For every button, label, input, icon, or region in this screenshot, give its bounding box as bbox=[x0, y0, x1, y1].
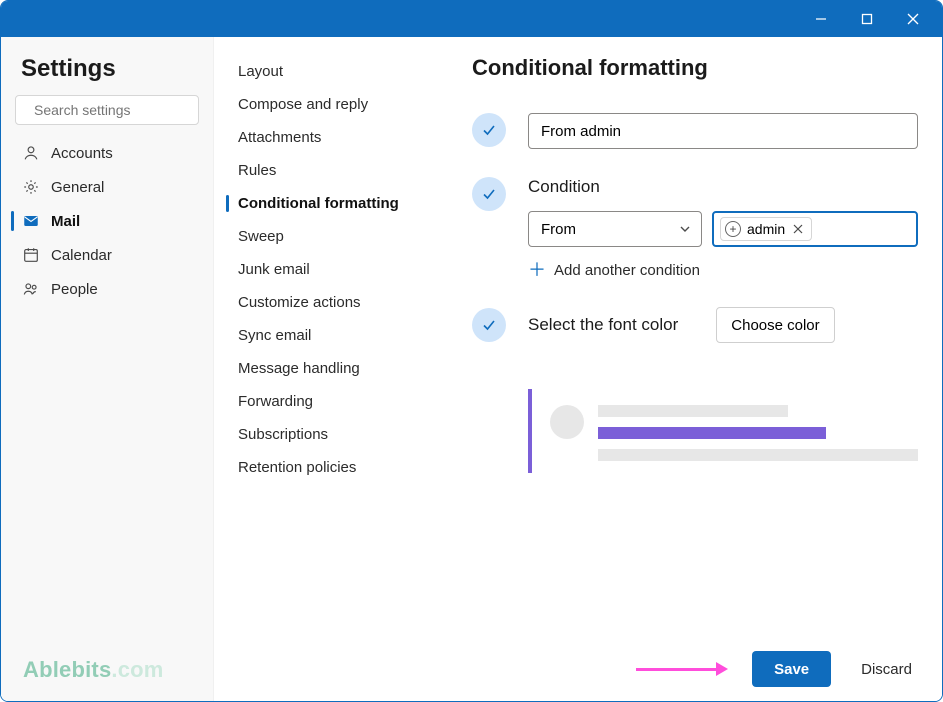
subnav-item-attachments[interactable]: Attachments bbox=[214, 121, 440, 154]
subnav-item-junk[interactable]: Junk email bbox=[214, 253, 440, 286]
avatar-placeholder bbox=[550, 405, 584, 439]
subnav-item-subscriptions[interactable]: Subscriptions bbox=[214, 418, 440, 451]
step-complete-badge bbox=[472, 308, 506, 342]
subnav-item-rules[interactable]: Rules bbox=[214, 154, 440, 187]
nav-item-general[interactable]: General bbox=[1, 171, 213, 203]
save-button[interactable]: Save bbox=[752, 651, 831, 687]
font-color-heading: Select the font color bbox=[528, 315, 678, 335]
person-chip[interactable]: + admin bbox=[720, 217, 812, 241]
nav-label: People bbox=[51, 281, 98, 298]
nav-item-people[interactable]: People bbox=[1, 273, 213, 305]
calendar-icon bbox=[21, 246, 41, 264]
person-icon bbox=[21, 144, 41, 162]
subnav-item-forwarding[interactable]: Forwarding bbox=[214, 385, 440, 418]
preview-line bbox=[598, 449, 918, 461]
nav-item-mail[interactable]: Mail bbox=[1, 205, 213, 237]
nav-label: Mail bbox=[51, 213, 80, 230]
add-person-icon: + bbox=[725, 221, 741, 237]
preview-line-highlight bbox=[598, 427, 826, 439]
mail-icon bbox=[21, 212, 41, 230]
mail-subnav: Layout Compose and reply Attachments Rul… bbox=[214, 37, 440, 701]
preview-lines bbox=[598, 401, 918, 461]
condition-row: Condition From + admin bbox=[472, 177, 918, 279]
nav-item-calendar[interactable]: Calendar bbox=[1, 239, 213, 271]
nav-item-accounts[interactable]: Accounts bbox=[1, 137, 213, 169]
step-complete-badge bbox=[472, 177, 506, 211]
rule-name-row bbox=[472, 113, 918, 149]
check-icon bbox=[480, 185, 498, 203]
subnav-item-sync[interactable]: Sync email bbox=[214, 319, 440, 352]
chip-label: admin bbox=[747, 221, 785, 237]
step-complete-badge bbox=[472, 113, 506, 147]
nav-label: General bbox=[51, 179, 104, 196]
footer-actions: Save Discard bbox=[472, 641, 918, 687]
font-color-row: Select the font color Choose color bbox=[472, 307, 918, 343]
subnav-item-message-handling[interactable]: Message handling bbox=[214, 352, 440, 385]
condition-field-dropdown[interactable]: From bbox=[528, 211, 702, 247]
close-button[interactable] bbox=[890, 1, 936, 37]
maximize-icon bbox=[861, 13, 873, 25]
subnav-item-compose[interactable]: Compose and reply bbox=[214, 88, 440, 121]
subnav-item-conditional-formatting[interactable]: Conditional formatting bbox=[214, 187, 440, 220]
search-settings-field[interactable] bbox=[34, 102, 215, 118]
people-icon bbox=[21, 280, 41, 298]
content-pane: Conditional formatting Condition bbox=[440, 37, 942, 701]
preview-line bbox=[598, 405, 788, 417]
dropdown-value: From bbox=[541, 221, 576, 238]
annotation-arrow bbox=[636, 662, 728, 676]
app-window: Settings Accounts General Mail bbox=[0, 0, 943, 702]
settings-heading: Settings bbox=[1, 55, 213, 95]
choose-color-button[interactable]: Choose color bbox=[716, 307, 834, 343]
nav-label: Accounts bbox=[51, 145, 113, 162]
condition-value-input[interactable]: + admin bbox=[712, 211, 918, 247]
settings-nav: Accounts General Mail Calendar People bbox=[1, 137, 213, 305]
chevron-down-icon bbox=[679, 223, 691, 235]
add-condition-link[interactable]: ＋ Add another condition bbox=[528, 261, 918, 279]
settings-sidebar: Settings Accounts General Mail bbox=[1, 37, 214, 701]
nav-label: Calendar bbox=[51, 247, 112, 264]
titlebar bbox=[1, 1, 942, 37]
watermark: Ablebits.com bbox=[23, 657, 164, 683]
subnav-item-customize-actions[interactable]: Customize actions bbox=[214, 286, 440, 319]
discard-button[interactable]: Discard bbox=[855, 653, 918, 686]
subnav-item-retention[interactable]: Retention policies bbox=[214, 451, 440, 484]
condition-heading: Condition bbox=[528, 177, 918, 197]
check-icon bbox=[480, 121, 498, 139]
window-body: Settings Accounts General Mail bbox=[1, 37, 942, 701]
gear-icon bbox=[21, 178, 41, 196]
subnav-item-layout[interactable]: Layout bbox=[214, 55, 440, 88]
add-condition-label: Add another condition bbox=[554, 262, 700, 279]
subnav-item-sweep[interactable]: Sweep bbox=[214, 220, 440, 253]
plus-icon: ＋ bbox=[528, 261, 546, 279]
page-title: Conditional formatting bbox=[472, 55, 918, 81]
minimize-icon bbox=[815, 13, 827, 25]
minimize-button[interactable] bbox=[798, 1, 844, 37]
message-preview bbox=[528, 389, 918, 473]
maximize-button[interactable] bbox=[844, 1, 890, 37]
close-icon bbox=[907, 13, 919, 25]
chip-remove-icon[interactable] bbox=[791, 223, 805, 235]
check-icon bbox=[480, 316, 498, 334]
search-settings-input[interactable] bbox=[15, 95, 199, 125]
rule-name-input[interactable] bbox=[528, 113, 918, 149]
